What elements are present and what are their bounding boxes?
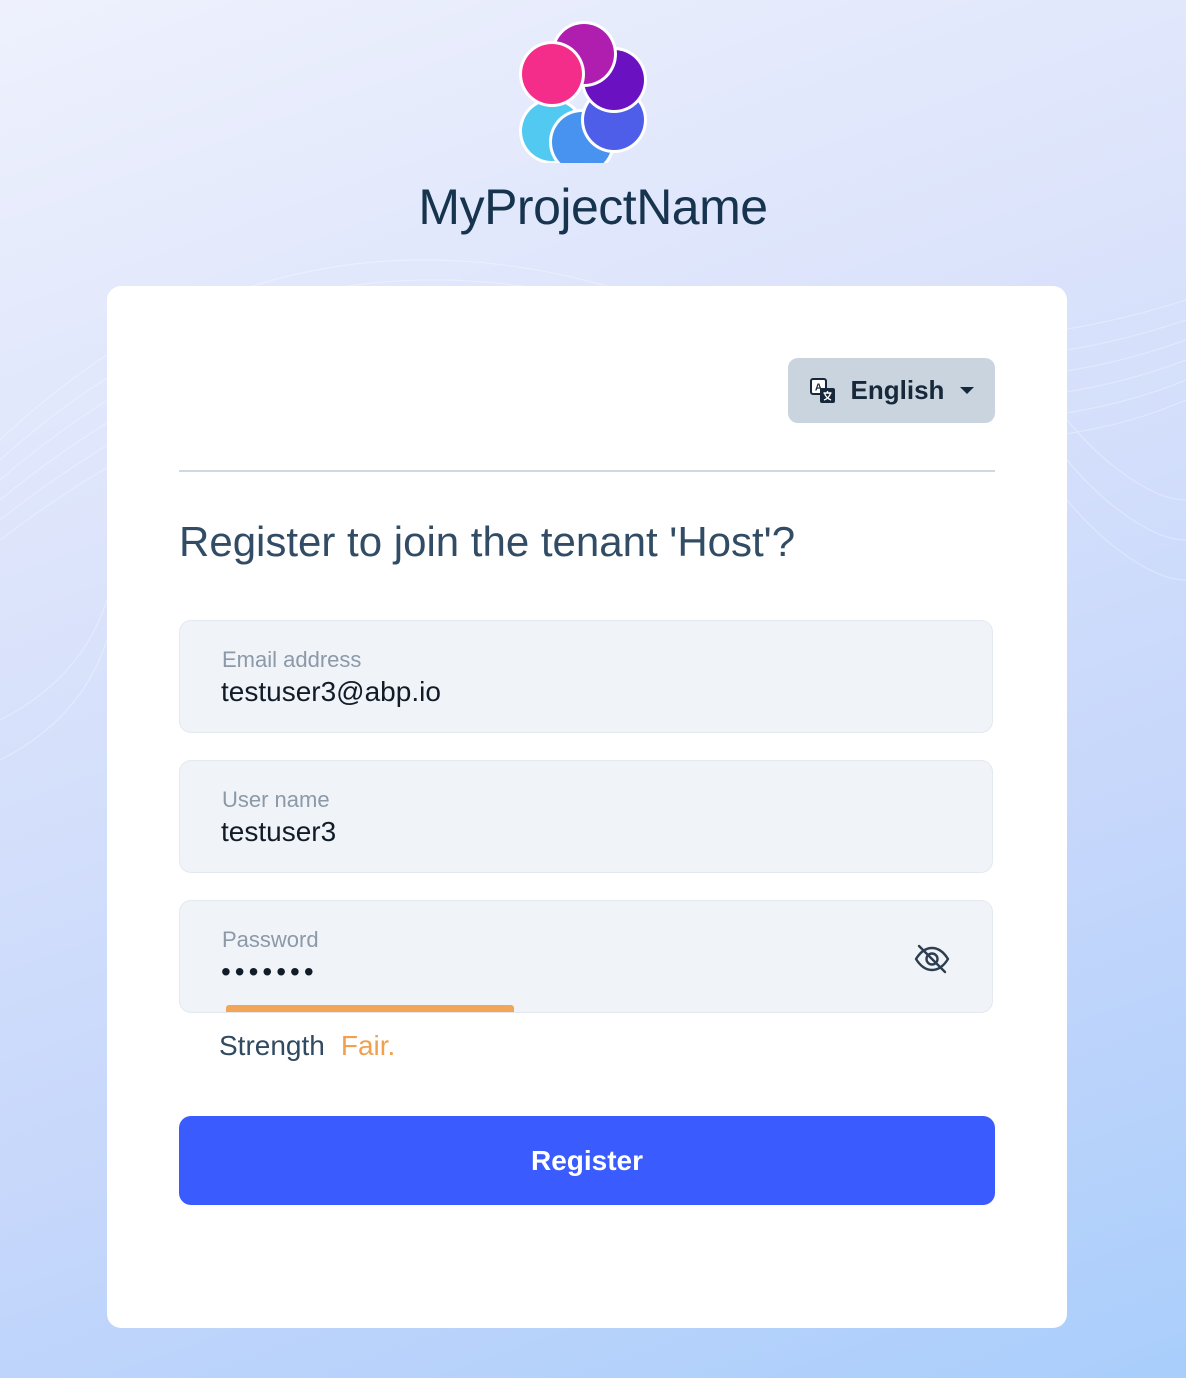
password-strength: Strength Fair. [219,1030,395,1062]
register-button[interactable]: Register [179,1116,995,1205]
eye-slash-icon[interactable] [912,939,952,979]
password-input[interactable] [221,956,861,988]
strength-label: Strength [219,1030,325,1061]
translate-icon: A [809,377,835,403]
username-input[interactable] [221,816,861,848]
password-field: Password [179,900,993,1013]
page-title: Register to join the tenant 'Host'? [179,518,796,565]
password-strength-bar [226,1005,946,1012]
email-field-label: Email address [222,647,362,672]
email-field: Email address [179,620,993,733]
caret-down-icon [960,387,975,394]
abp-flower-logo-icon [519,21,647,163]
email-input[interactable] [221,676,861,708]
username-field-label: User name [222,787,330,812]
language-dropdown[interactable]: A English [788,358,995,423]
username-field: User name [179,760,993,873]
password-strength-fill [226,1005,514,1012]
language-label: English [850,375,945,405]
strength-value: Fair. [340,1030,396,1061]
register-card: A English Register to join the tenant 'H… [107,286,1067,1328]
password-field-label: Password [222,927,319,952]
brand-name: MyProjectName [418,179,768,235]
divider [179,470,995,472]
